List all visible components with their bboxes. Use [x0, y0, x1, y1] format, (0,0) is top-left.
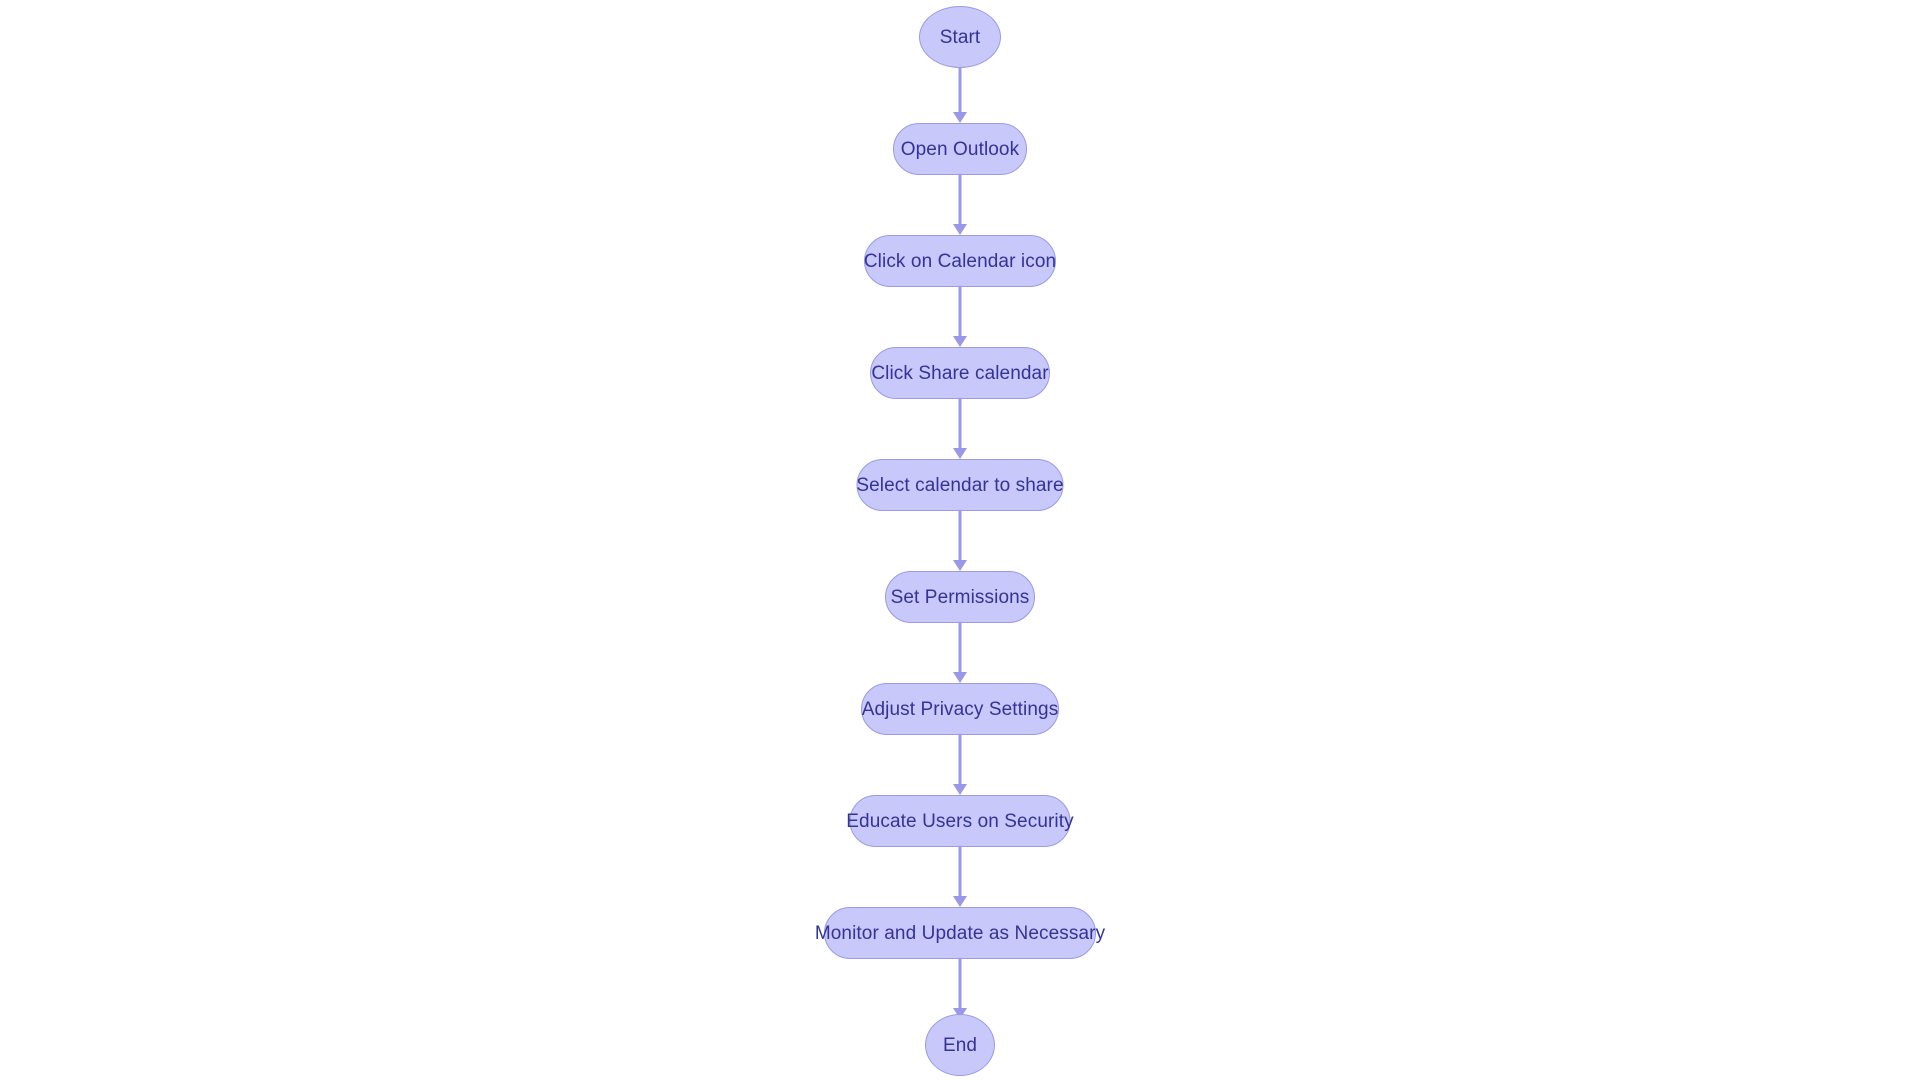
arrowhead-open-outlook-to-calendar-icon — [953, 224, 967, 235]
flow-node-select-calendar-to-share[interactable]: Select calendar to share — [856, 459, 1064, 511]
flow-node-label: Educate Users on Security — [846, 810, 1074, 832]
connector-privacy-to-educate — [958, 735, 962, 784]
connector-open-outlook-to-calendar-icon — [958, 175, 962, 224]
flow-node-monitor-and-update[interactable]: Monitor and Update as Necessary — [815, 907, 1105, 959]
connector-calendar-icon-to-share-calendar — [958, 287, 962, 336]
arrowhead-educate-to-monitor — [953, 896, 967, 907]
flow-node-adjust-privacy-settings[interactable]: Adjust Privacy Settings — [861, 683, 1059, 735]
flow-node-label: Start — [939, 26, 981, 48]
flow-node-educate-users-on-security[interactable]: Educate Users on Security — [846, 795, 1074, 847]
arrowhead-share-calendar-to-select-calendar — [953, 448, 967, 459]
flow-node-label: Set Permissions — [890, 586, 1030, 608]
connector-select-calendar-to-set-permissions — [958, 511, 962, 560]
flowchart-canvas: Start Open Outlook Click on Calendar ico… — [0, 0, 1920, 1080]
flow-node-click-calendar-icon[interactable]: Click on Calendar icon — [864, 235, 1056, 287]
flow-node-label: Adjust Privacy Settings — [861, 698, 1059, 720]
flow-node-start[interactable]: Start — [919, 6, 1001, 68]
arrowhead-select-calendar-to-set-permissions — [953, 560, 967, 571]
connector-monitor-to-end — [958, 959, 962, 1008]
connector-educate-to-monitor — [958, 847, 962, 896]
arrowhead-set-permissions-to-privacy — [953, 672, 967, 683]
flow-node-end[interactable]: End — [925, 1014, 995, 1076]
flow-node-click-share-calendar[interactable]: Click Share calendar — [870, 347, 1050, 399]
flow-node-label: Click on Calendar icon — [863, 250, 1057, 272]
arrowhead-start-to-open-outlook — [953, 112, 967, 123]
flow-node-open-outlook[interactable]: Open Outlook — [893, 123, 1027, 175]
connector-set-permissions-to-privacy — [958, 623, 962, 672]
flow-node-label: Open Outlook — [900, 138, 1020, 160]
connector-start-to-open-outlook — [958, 68, 962, 118]
flow-node-label: Select calendar to share — [856, 474, 1064, 496]
flow-node-label: End — [942, 1034, 978, 1056]
flow-node-label: Click Share calendar — [871, 362, 1049, 384]
connector-share-calendar-to-select-calendar — [958, 399, 962, 448]
flow-node-label: Monitor and Update as Necessary — [814, 922, 1106, 944]
arrowhead-privacy-to-educate — [953, 784, 967, 795]
flow-node-set-permissions[interactable]: Set Permissions — [885, 571, 1035, 623]
arrowhead-calendar-icon-to-share-calendar — [953, 336, 967, 347]
